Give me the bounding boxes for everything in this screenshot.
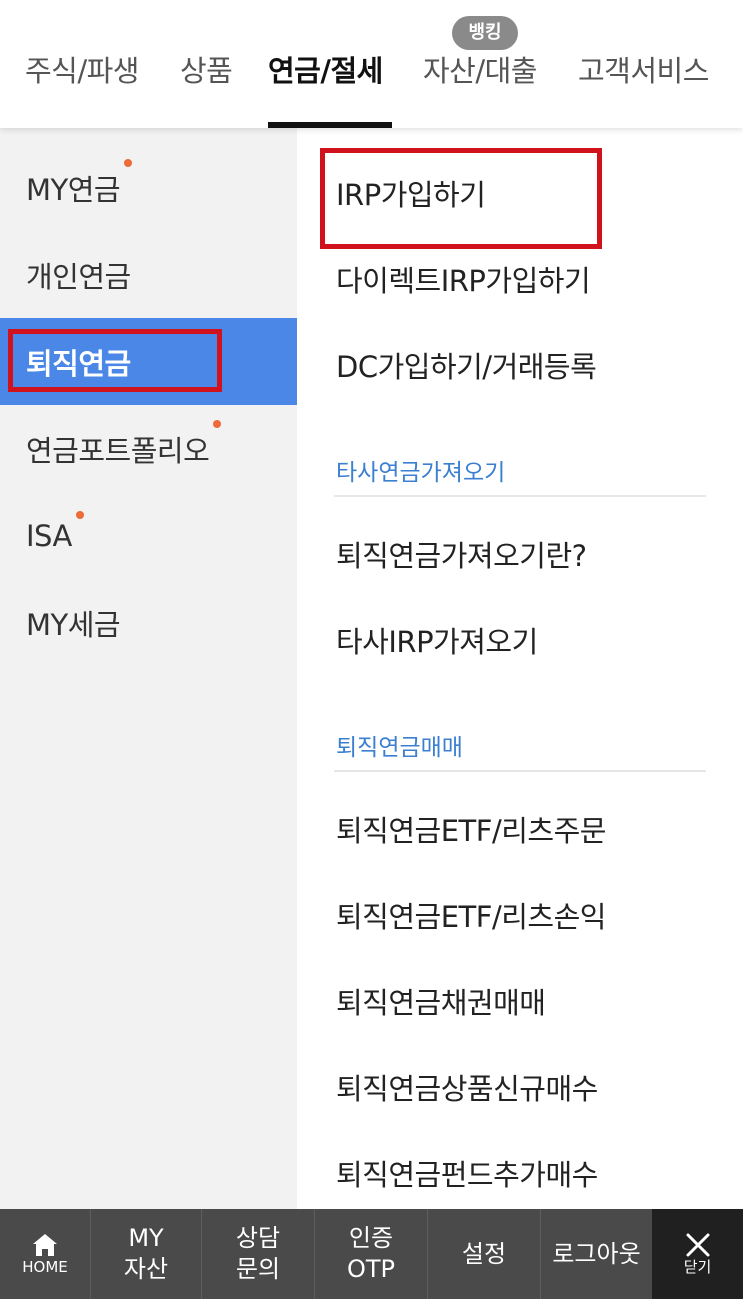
- logout-button[interactable]: 로그아웃: [541, 1209, 652, 1299]
- menu-item-label: ISA: [26, 518, 72, 553]
- home-label: HOME: [22, 1258, 68, 1276]
- menu-item-label: MY세금: [26, 607, 121, 642]
- settings-button[interactable]: 설정: [428, 1209, 540, 1299]
- logout-label: 로그아웃: [552, 1239, 641, 1268]
- notification-dot: [124, 158, 133, 167]
- menu-item-personal-pension[interactable]: 개인연금: [0, 231, 297, 318]
- tab-products[interactable]: 상품: [180, 48, 233, 90]
- home-icon: [33, 1234, 57, 1256]
- menu-item-my-tax[interactable]: MY세금: [0, 579, 297, 666]
- otp-label-line1: 인증: [348, 1224, 394, 1252]
- consult-label-line2: 문의: [235, 1255, 281, 1283]
- submenu-bond-trading[interactable]: 퇴직연금채권매매: [336, 980, 546, 1022]
- active-tab-indicator: [268, 122, 392, 128]
- otp-label-line2: OTP: [346, 1255, 396, 1283]
- my-assets-label-line1: MY: [128, 1224, 164, 1252]
- submenu-fund-additional-buy[interactable]: 퇴직연금펀드추가매수: [336, 1152, 598, 1194]
- section-divider: [334, 770, 706, 772]
- section-divider: [334, 495, 706, 497]
- close-label: 닫기: [683, 1258, 712, 1276]
- menu-item-my-pension[interactable]: MY연금: [0, 144, 297, 231]
- submenu-irp-signup[interactable]: IRP가입하기: [336, 172, 486, 214]
- tab-pension-tax[interactable]: 연금/절세: [268, 48, 383, 90]
- category-menu: MY연금 개인연금 퇴직연금 연금포트폴리오 ISA MY세금: [0, 128, 297, 1209]
- my-assets-label-line2: 자산: [123, 1255, 169, 1283]
- submenu-transfer-info[interactable]: 퇴직연금가져오기란?: [336, 533, 587, 575]
- settings-label: 설정: [461, 1239, 507, 1268]
- submenu-etf-order[interactable]: 퇴직연금ETF/리츠주문: [336, 808, 606, 850]
- tab-stocks-derivatives[interactable]: 주식/파생: [25, 48, 140, 90]
- tab-customer-service[interactable]: 고객서비스: [578, 48, 709, 90]
- notification-dot: [213, 419, 222, 428]
- close-icon: [686, 1233, 709, 1257]
- submenu-direct-irp-signup[interactable]: 다이렉트IRP가입하기: [336, 258, 591, 300]
- bottom-toolbar: HOME MY 자산 상담 문의 인증 OTP 설정 로그아웃 닫기: [0, 1209, 743, 1299]
- banking-badge: 뱅킹: [452, 16, 518, 50]
- menu-item-retirement-pension[interactable]: 퇴직연금: [0, 318, 297, 405]
- tab-assets-loans[interactable]: 자산/대출: [423, 48, 538, 90]
- home-button[interactable]: HOME: [0, 1209, 90, 1299]
- submenu-new-product-buy[interactable]: 퇴직연금상품신규매수: [336, 1066, 598, 1108]
- consult-button[interactable]: 상담 문의: [202, 1209, 314, 1299]
- menu-item-label: 연금포트폴리오: [26, 433, 210, 468]
- submenu-etf-profit[interactable]: 퇴직연금ETF/리츠손익: [336, 894, 606, 936]
- menu-item-pension-portfolio[interactable]: 연금포트폴리오: [0, 405, 297, 492]
- menu-item-label: 퇴직연금: [26, 346, 131, 381]
- consult-label-line1: 상담: [235, 1224, 281, 1252]
- section-title-trading: 퇴직연금매매: [336, 735, 463, 761]
- menu-item-label: MY연금: [26, 172, 121, 207]
- menu-item-label: 개인연금: [26, 259, 131, 294]
- submenu-other-irp-transfer[interactable]: 타사IRP가져오기: [336, 619, 538, 661]
- top-navigation: 주식/파생 상품 연금/절세 뱅킹 자산/대출 고객서비스: [0, 0, 743, 128]
- notification-dot: [75, 510, 84, 519]
- menu-item-isa[interactable]: ISA: [0, 492, 297, 579]
- my-assets-button[interactable]: MY 자산: [91, 1209, 201, 1299]
- submenu-panel: IRP가입하기 다이렉트IRP가입하기 DC가입하기/거래등록 타사연금가져오기…: [297, 128, 743, 1209]
- close-button[interactable]: 닫기: [652, 1209, 743, 1299]
- section-title-transfer: 타사연금가져오기: [336, 460, 506, 486]
- otp-button[interactable]: 인증 OTP: [315, 1209, 427, 1299]
- submenu-dc-signup[interactable]: DC가입하기/거래등록: [336, 344, 597, 386]
